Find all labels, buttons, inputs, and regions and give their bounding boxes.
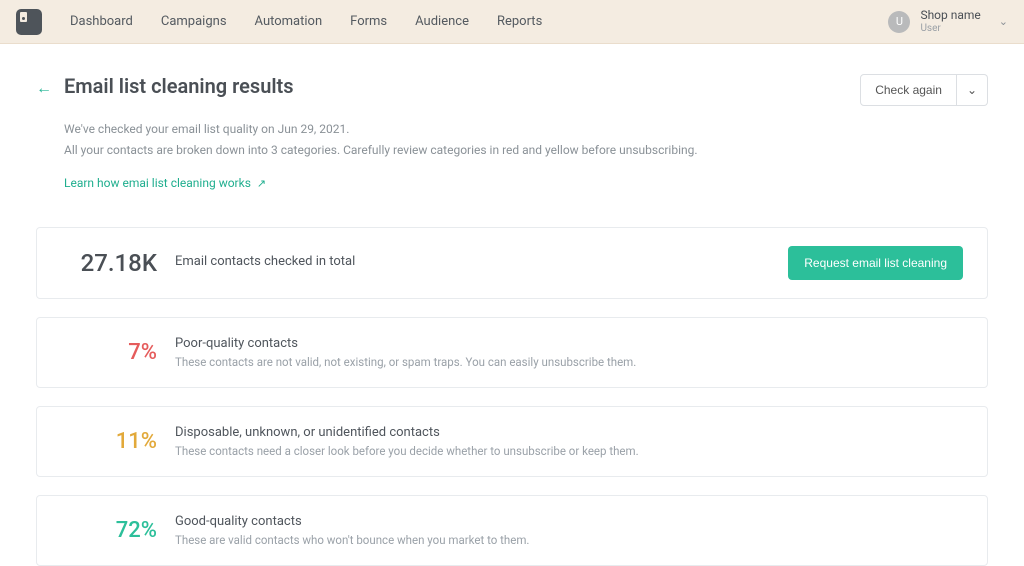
disposable-desc: These contacts need a closer look before… <box>175 444 963 458</box>
shop-name: Shop name <box>920 9 980 22</box>
chevron-down-icon: ⌄ <box>999 15 1008 28</box>
good-pct: 72% <box>61 518 157 543</box>
external-link-icon: ↗ <box>257 177 266 190</box>
page-content: ← Email list cleaning results Check agai… <box>0 44 1024 566</box>
category-card-disposable: 11% Disposable, unknown, or unidentified… <box>36 406 988 477</box>
back-arrow-icon[interactable]: ← <box>36 78 52 98</box>
nav-reports[interactable]: Reports <box>497 14 542 29</box>
subtext-line2: All your contacts are broken down into 3… <box>64 141 988 160</box>
page-title: Email list cleaning results <box>64 74 294 98</box>
disposable-title: Disposable, unknown, or unidentified con… <box>175 425 963 440</box>
poor-pct: 7% <box>61 340 157 365</box>
learn-more-label: Learn how emai list cleaning works <box>64 176 251 190</box>
user-role: User <box>920 23 980 34</box>
results-cards: 27.18K Email contacts checked in total R… <box>36 227 988 566</box>
poor-title: Poor-quality contacts <box>175 336 963 351</box>
nav-dashboard[interactable]: Dashboard <box>70 14 133 29</box>
user-menu[interactable]: U Shop name User ⌄ <box>888 9 1008 33</box>
request-cleaning-button[interactable]: Request email list cleaning <box>788 246 963 280</box>
good-desc: These are valid contacts who won't bounc… <box>175 533 963 547</box>
learn-more-link[interactable]: Learn how emai list cleaning works ↗ <box>64 176 266 190</box>
topbar: Dashboard Campaigns Automation Forms Aud… <box>0 0 1024 44</box>
check-again-dropdown[interactable]: ⌄ <box>957 74 988 106</box>
avatar: U <box>888 11 910 33</box>
subtext-line1: We've checked your email list quality on… <box>64 120 988 139</box>
brand-logo[interactable] <box>16 9 42 35</box>
page-header: ← Email list cleaning results Check agai… <box>36 74 988 106</box>
total-label: Email contacts checked in total <box>175 254 788 269</box>
category-card-poor: 7% Poor-quality contacts These contacts … <box>36 317 988 388</box>
category-card-good: 72% Good-quality contacts These are vali… <box>36 495 988 566</box>
nav-audience[interactable]: Audience <box>415 14 469 29</box>
total-card: 27.18K Email contacts checked in total R… <box>36 227 988 299</box>
poor-desc: These contacts are not valid, not existi… <box>175 355 963 369</box>
main-nav: Dashboard Campaigns Automation Forms Aud… <box>70 14 542 29</box>
total-value: 27.18K <box>61 249 157 277</box>
user-text: Shop name User <box>920 9 980 33</box>
nav-forms[interactable]: Forms <box>350 14 387 29</box>
good-title: Good-quality contacts <box>175 514 963 529</box>
check-again-button[interactable]: Check again <box>860 74 957 106</box>
nav-automation[interactable]: Automation <box>255 14 323 29</box>
chevron-down-icon: ⌄ <box>967 83 977 97</box>
nav-campaigns[interactable]: Campaigns <box>161 14 227 29</box>
disposable-pct: 11% <box>61 429 157 454</box>
